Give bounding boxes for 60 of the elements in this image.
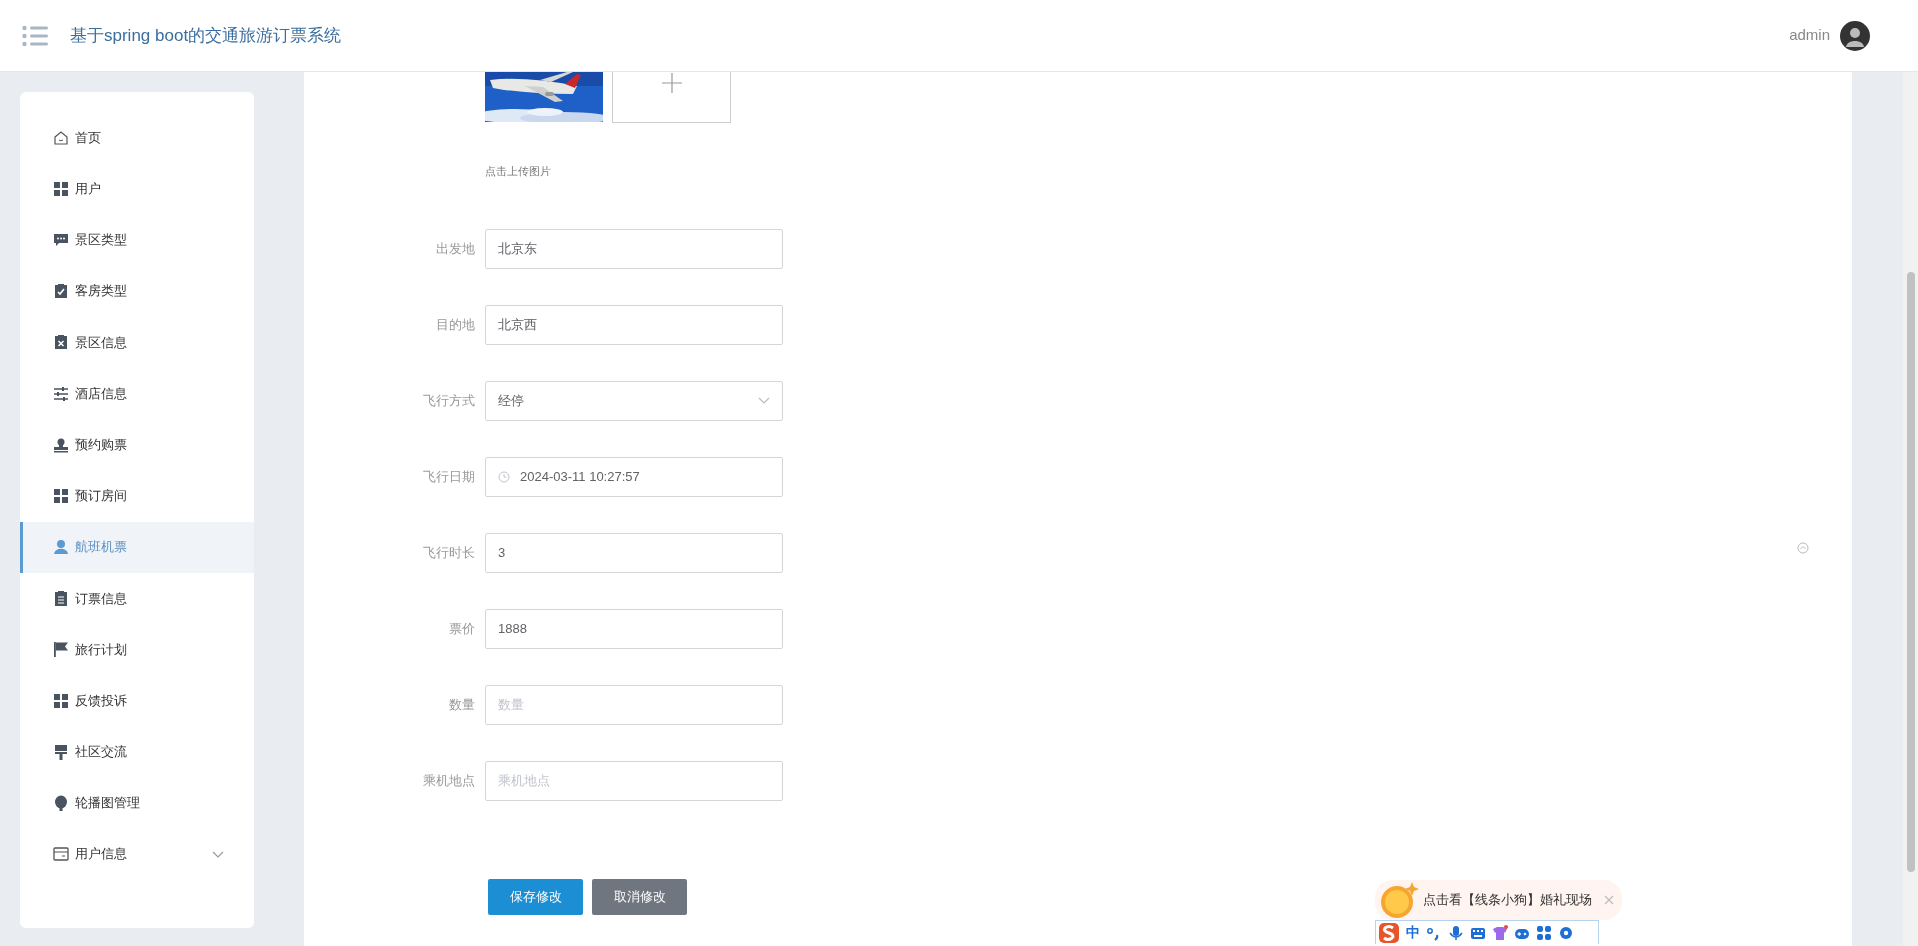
microphone-icon[interactable]: [1448, 924, 1464, 941]
home-icon: [53, 129, 69, 146]
username: admin: [1789, 25, 1830, 46]
sidebar-item[interactable]: 景区类型: [20, 214, 254, 266]
sidebar-item[interactable]: 订票信息: [20, 572, 254, 624]
field-label: 飞行时长: [423, 543, 475, 562]
paint-roller-icon: [53, 743, 69, 760]
upload-hint: 点击上传图片: [485, 164, 551, 179]
cancel-button[interactable]: 取消修改: [592, 878, 687, 915]
sliders-icon: [53, 385, 69, 402]
clock-icon: [498, 470, 510, 483]
scrollbar[interactable]: [1903, 72, 1918, 946]
chevron-icon: [758, 397, 770, 404]
clipboard-check-icon: [53, 283, 69, 300]
input-field[interactable]: 1888: [485, 608, 783, 649]
person-icon: [53, 539, 69, 556]
select-field[interactable]: 经停: [485, 380, 783, 421]
sidebar-item[interactable]: 社区交流: [20, 726, 254, 778]
field-label: 目的地: [436, 315, 475, 334]
sidebar-item[interactable]: 首页: [20, 112, 254, 164]
input-field[interactable]: 3: [485, 532, 783, 573]
sidebar-item[interactable]: 用户: [20, 163, 254, 215]
chat-icon: [53, 231, 69, 248]
sidebar-item[interactable]: 客房类型: [20, 265, 254, 317]
field-label: 票价: [449, 619, 475, 638]
grid-icon: [53, 487, 69, 504]
sidebar-item[interactable]: 旅行计划: [20, 623, 254, 676]
sidebar-item[interactable]: 预约购票: [20, 419, 254, 471]
field-label: 飞行日期: [423, 467, 475, 486]
input-field[interactable]: 乘机地点: [485, 760, 783, 801]
grid-icon: [53, 180, 69, 197]
grid-icon: [53, 692, 69, 709]
save-button[interactable]: 保存修改: [488, 878, 583, 915]
field-label: 数量: [449, 695, 475, 714]
field-label: 乘机地点: [423, 771, 475, 790]
sidebar-item[interactable]: 反馈投诉: [20, 675, 254, 727]
balloon-icon: [53, 795, 69, 812]
clipboard-x-icon: [53, 334, 69, 351]
sidebar-item[interactable]: 景区信息: [20, 316, 254, 368]
sidebar-item[interactable]: 酒店信息: [20, 367, 254, 420]
card-icon: [53, 846, 69, 863]
stamp-icon: [53, 436, 69, 453]
app-title: 基于spring boot的交通旅游订票系统: [70, 24, 342, 47]
field-label: 飞行方式: [423, 391, 475, 410]
sidebar-item[interactable]: 用户信息: [20, 828, 254, 880]
sun-mascot-icon: [1379, 880, 1419, 920]
field-label: 出发地: [436, 239, 475, 258]
plus-icon: [661, 73, 682, 93]
ime-mode[interactable]: 中: [1406, 922, 1420, 943]
shirt-icon[interactable]: [1492, 924, 1508, 941]
sidebar-item[interactable]: 预订房间: [20, 470, 254, 522]
clipboard-icon: [53, 590, 69, 607]
input-field[interactable]: 数量: [485, 684, 783, 725]
date-field[interactable]: 2024-03-11 10:27:57: [485, 456, 783, 497]
sidebar-item[interactable]: 轮播图管理: [20, 777, 254, 829]
input-field[interactable]: 北京西: [485, 304, 783, 345]
avatar[interactable]: [1840, 20, 1870, 51]
apps-icon[interactable]: [1536, 924, 1552, 941]
flag-icon: [53, 641, 69, 658]
input-field[interactable]: 北京东: [485, 228, 783, 269]
